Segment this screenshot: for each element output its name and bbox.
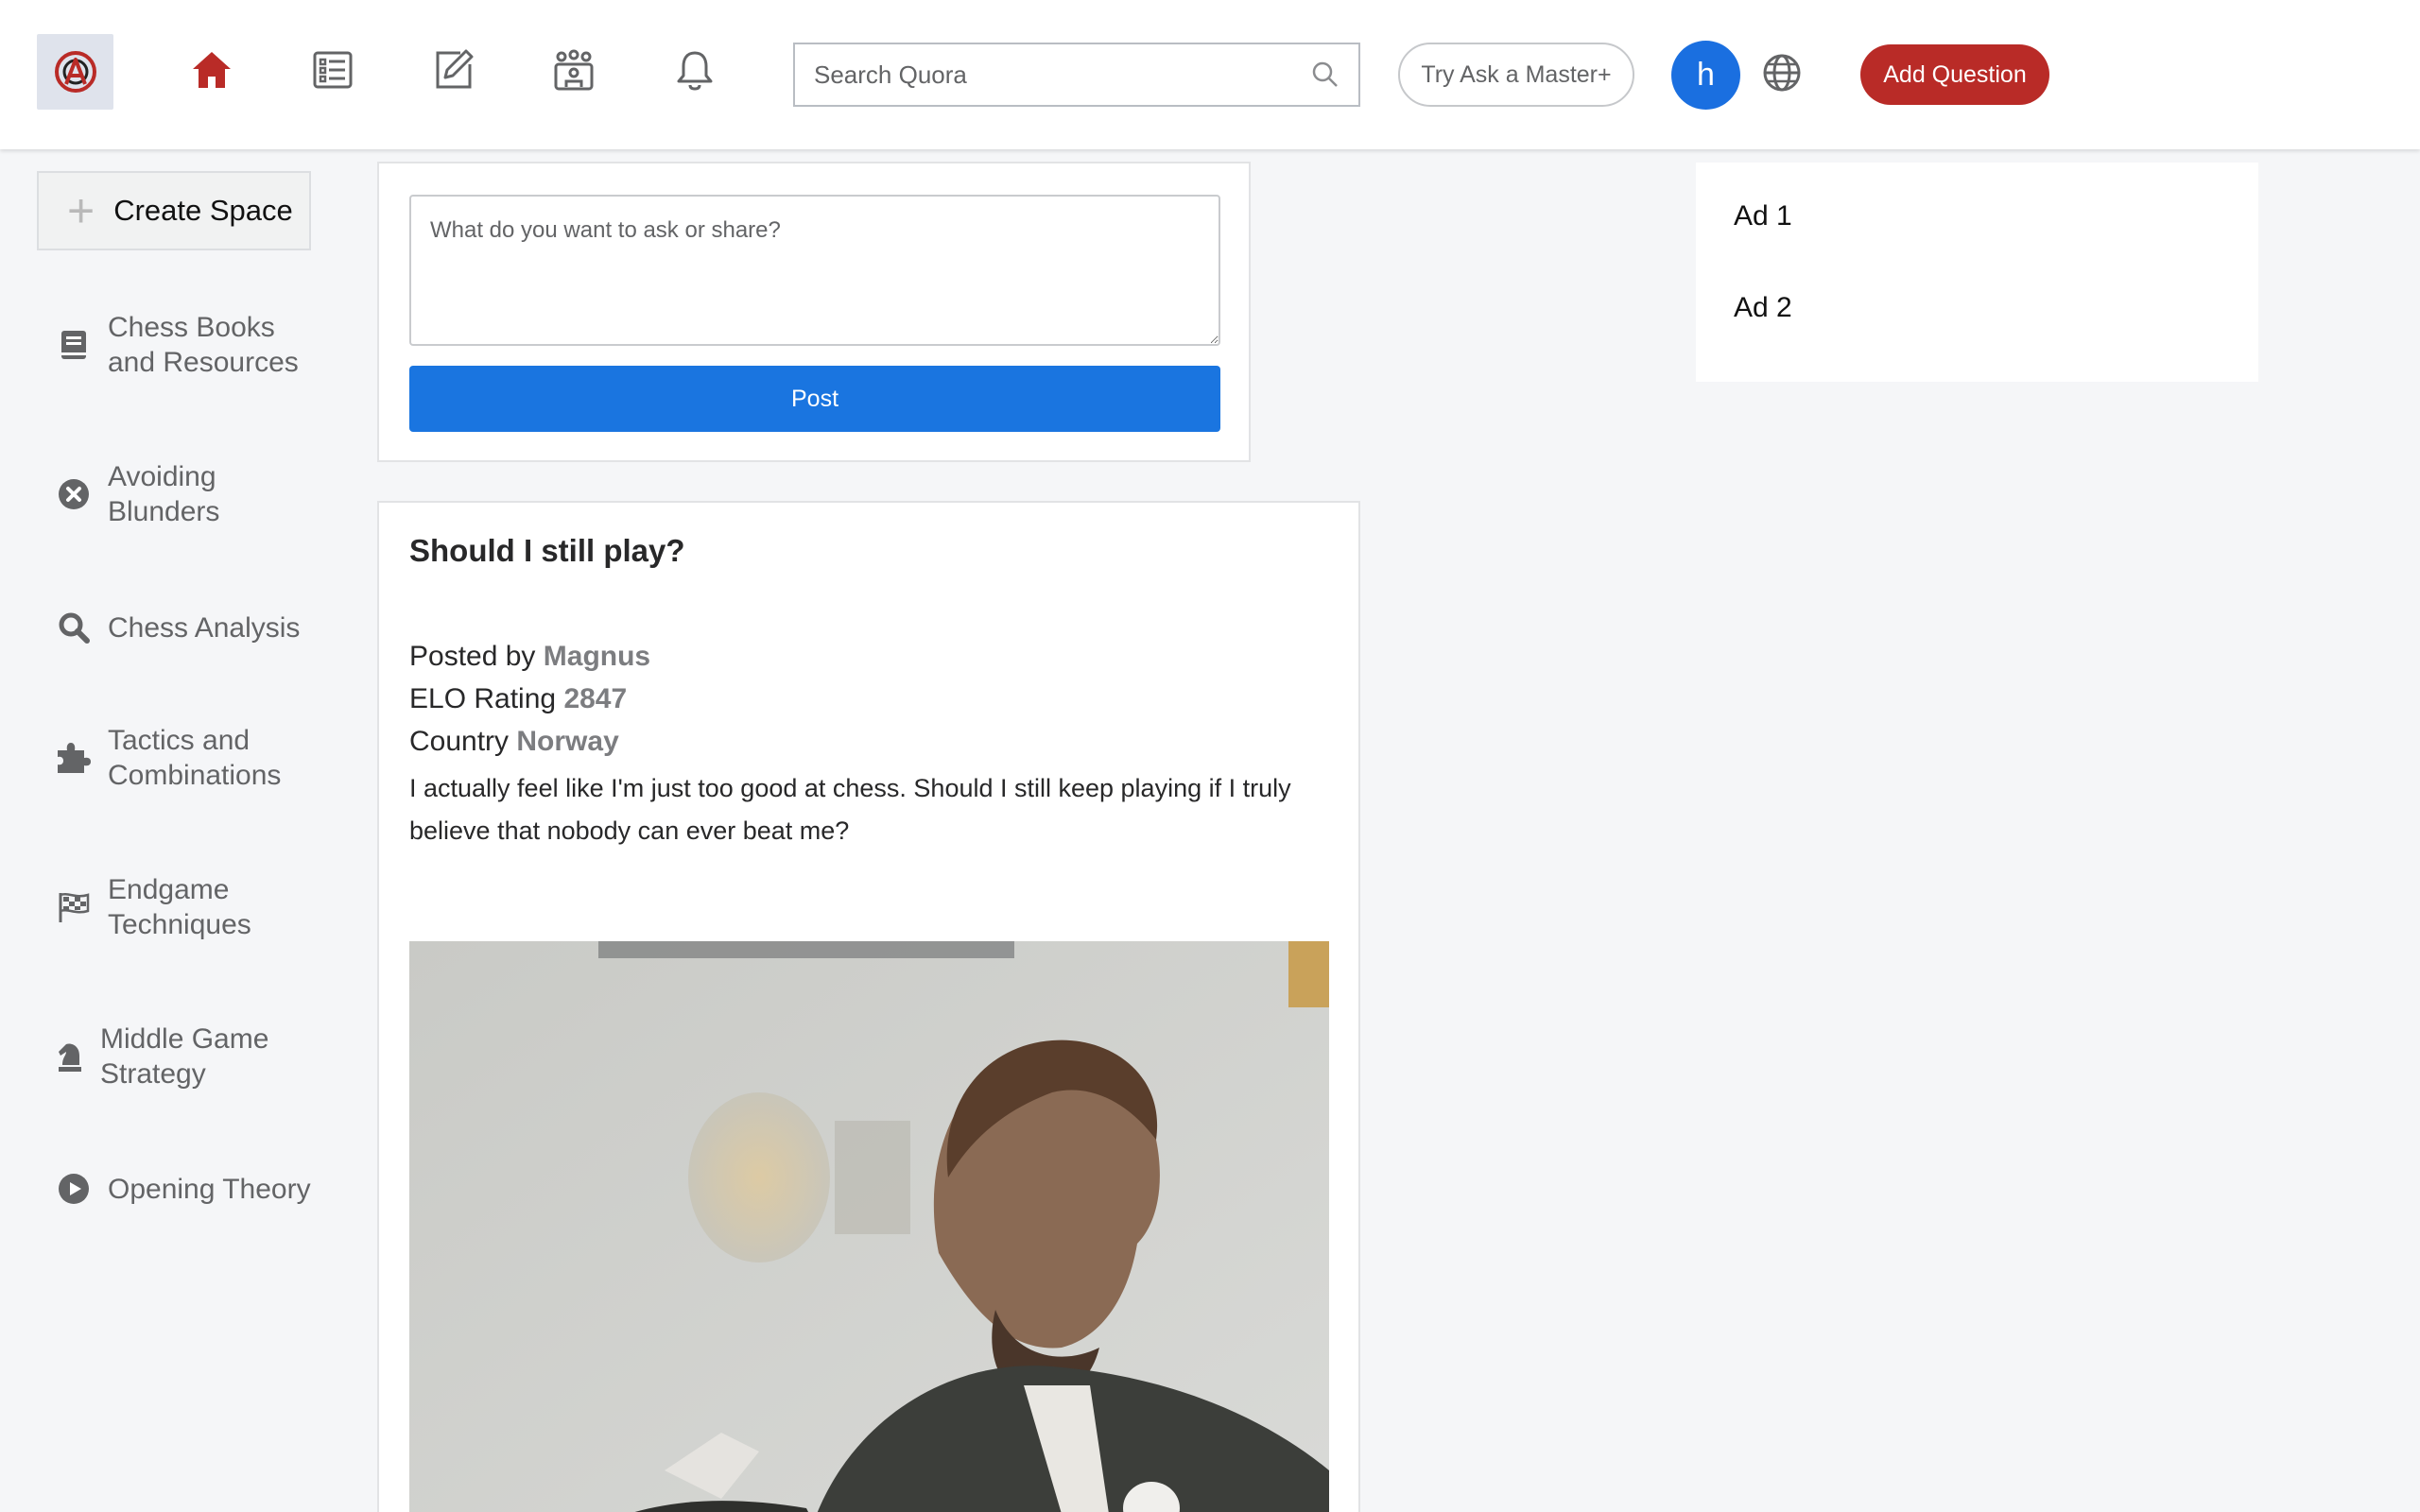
sidebar-item-label: Avoiding Blunders: [108, 461, 220, 527]
following-icon: [313, 51, 353, 89]
question-composer: Post: [377, 162, 1251, 462]
spaces-nav[interactable]: [548, 44, 599, 95]
ads-panel: Ad 1 Ad 2: [1696, 163, 2258, 382]
sidebar-item-chess-books[interactable]: Chess Books and Resources: [55, 310, 299, 380]
ad-slot-2[interactable]: Ad 2: [1734, 292, 1792, 324]
sidebar-item-tactics[interactable]: Tactics and Combinations: [55, 723, 281, 793]
country-line: Country Norway: [409, 726, 619, 757]
checkered-flag-icon: [55, 888, 93, 926]
globe-icon: [1763, 54, 1801, 92]
play-circle-icon: [55, 1170, 93, 1208]
sidebar-item-opening-theory[interactable]: Opening Theory: [55, 1170, 311, 1208]
ad-slot-1[interactable]: Ad 1: [1734, 200, 1792, 232]
notifications-icon: [677, 51, 713, 91]
avatar[interactable]: h: [1671, 41, 1740, 110]
post-photo[interactable]: [409, 941, 1329, 1512]
search-icon[interactable]: [1311, 60, 1340, 89]
sidebar-item-middle-game[interactable]: Middle Game Strategy: [55, 1022, 268, 1091]
magnifier-icon: [55, 609, 93, 646]
country-value: Norway: [516, 726, 619, 757]
book-icon: [55, 326, 93, 364]
logo-icon: [54, 51, 96, 93]
home-nav[interactable]: [186, 44, 237, 95]
top-navbar: Try Ask a Master+ h Add Question: [0, 0, 2420, 149]
puzzle-icon: [55, 739, 93, 777]
sidebar-item-label: Endgame Techniques: [108, 874, 251, 940]
search-bar[interactable]: [793, 43, 1360, 107]
sidebar-item-label: Tactics and Combinations: [108, 725, 282, 791]
author-name[interactable]: Magnus: [544, 641, 650, 672]
posted-by-line: Posted by Magnus: [409, 641, 651, 672]
add-question-button[interactable]: Add Question: [1860, 44, 2049, 105]
sidebar-item-avoiding-blunders[interactable]: Avoiding Blunders: [55, 459, 219, 529]
post-title[interactable]: Should I still play?: [409, 533, 685, 569]
following-nav[interactable]: [307, 44, 358, 95]
notifications-nav[interactable]: [669, 44, 720, 95]
chess-knight-icon: [55, 1038, 85, 1075]
plus-icon: +: [67, 184, 95, 237]
spaces-icon: [554, 49, 594, 91]
create-space-button[interactable]: + Create Space: [37, 171, 311, 250]
sidebar-item-label: Chess Books and Resources: [108, 312, 299, 378]
post-body: I actually feel like I'm just too good a…: [409, 774, 1291, 845]
search-input[interactable]: [814, 60, 1311, 90]
sidebar-item-label: Opening Theory: [108, 1173, 311, 1205]
create-space-label: Create Space: [113, 194, 293, 227]
chess-player-photo: [409, 941, 1329, 1512]
home-icon: [193, 52, 231, 88]
post-card: Should I still play? Posted by Magnus EL…: [377, 501, 1360, 1512]
logo[interactable]: [37, 34, 113, 110]
sidebar-item-label: Chess Analysis: [108, 611, 301, 644]
sidebar-item-endgame[interactable]: Endgame Techniques: [55, 872, 251, 942]
post-button[interactable]: Post: [409, 366, 1220, 432]
try-ask-master-button[interactable]: Try Ask a Master+: [1398, 43, 1634, 107]
answer-icon: [436, 49, 474, 89]
elo-value: 2847: [563, 683, 628, 714]
sidebar-item-label: Middle Game Strategy: [100, 1023, 269, 1090]
sidebar-item-chess-analysis[interactable]: Chess Analysis: [55, 609, 300, 646]
language-button[interactable]: [1758, 49, 1806, 96]
ask-share-textarea[interactable]: [409, 195, 1220, 346]
elo-line: ELO Rating 2847: [409, 683, 628, 714]
x-circle-icon: [55, 475, 93, 513]
answer-nav[interactable]: [427, 44, 478, 95]
